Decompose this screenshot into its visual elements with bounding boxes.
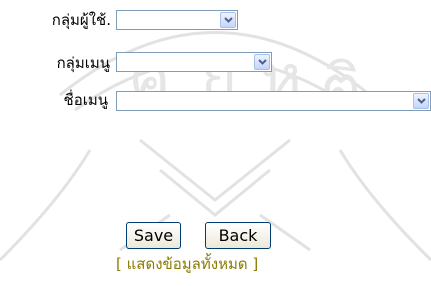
menu-group-label: กลุ่มเมนู xyxy=(56,54,110,72)
user-group-select[interactable] xyxy=(116,10,238,30)
user-group-label: กลุ่มผู้ใช้. xyxy=(51,11,111,29)
show-all-container: [ แสดงข้อมูลทั้งหมด ] xyxy=(116,255,316,273)
bracket-close: ] xyxy=(252,255,259,273)
svg-text:ติ: ติ xyxy=(320,52,362,126)
bracket-open: [ xyxy=(116,255,122,273)
chevron-down-icon[interactable] xyxy=(220,12,236,28)
chevron-down-icon[interactable] xyxy=(413,93,429,109)
menu-group-select[interactable] xyxy=(116,52,272,72)
menu-name-label: ชื่อเมนู xyxy=(63,91,108,109)
back-button[interactable]: Back xyxy=(205,222,271,249)
menu-name-select[interactable] xyxy=(116,91,431,111)
save-button[interactable]: Save xyxy=(126,222,181,249)
show-all-link[interactable]: แสดงข้อมูลทั้งหมด xyxy=(127,255,248,273)
chevron-down-icon[interactable] xyxy=(254,54,270,70)
